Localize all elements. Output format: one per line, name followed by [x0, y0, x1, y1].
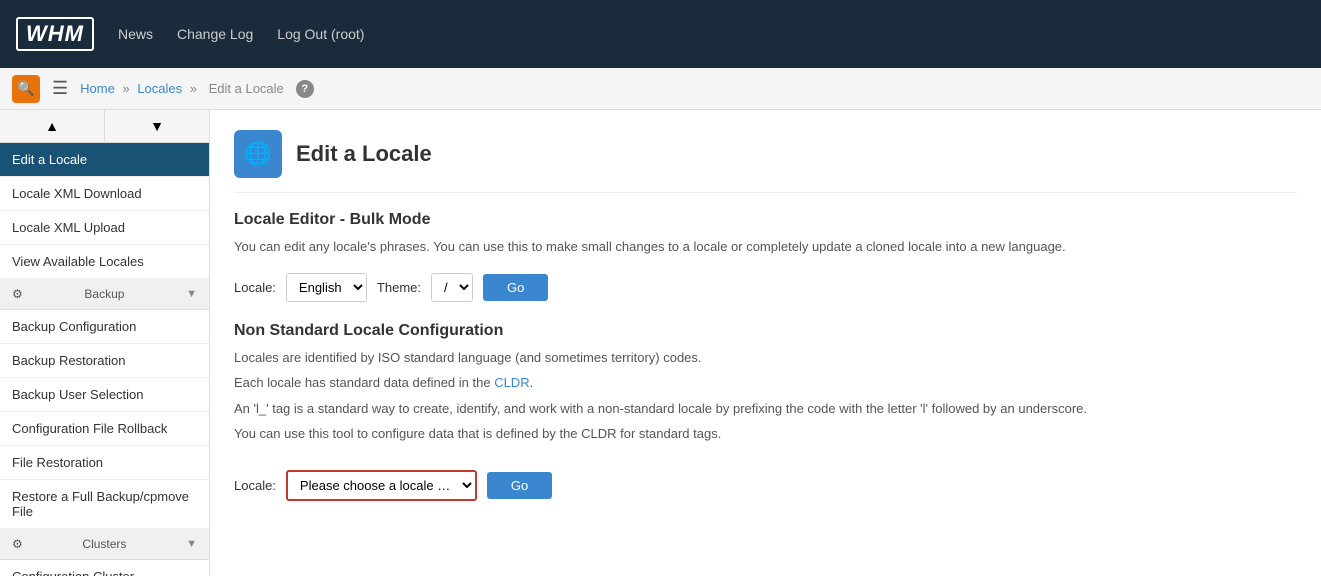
sidebar: ▲ ▼ Edit a Locale Locale XML Download Lo… — [0, 110, 210, 576]
sidebar-section-clusters[interactable]: ⚙ Clusters ▼ — [0, 529, 209, 560]
sidebar-item-edit-locale[interactable]: Edit a Locale — [0, 143, 209, 177]
page-header: 🌐 Edit a Locale — [234, 130, 1297, 193]
locale-form-row: Locale: English Theme: / Go — [234, 273, 1297, 302]
breadcrumb-current: Edit a Locale — [209, 81, 284, 96]
locale-form-row2: Locale: Please choose a locale … Go — [234, 470, 1297, 501]
sidebar-item-xml-upload[interactable]: Locale XML Upload — [0, 211, 209, 245]
search-icon: 🔍 — [17, 80, 34, 97]
sub-nav: 🔍 ☰ Home » Locales » Edit a Locale ? — [0, 68, 1321, 110]
layout: ▲ ▼ Edit a Locale Locale XML Download Lo… — [0, 110, 1321, 576]
nav-changelog[interactable]: Change Log — [177, 26, 253, 42]
clusters-toggle-arrow: ▼ — [186, 538, 197, 550]
non-standard-line4: You can use this tool to configure data … — [234, 424, 1297, 444]
locale-icon: 🌐 — [244, 141, 271, 167]
backup-section-label: Backup — [84, 287, 124, 301]
bulk-mode-section: Locale Editor - Bulk Mode You can edit a… — [234, 211, 1297, 302]
sidebar-item-xml-download[interactable]: Locale XML Download — [0, 177, 209, 211]
locale-label2: Locale: — [234, 478, 276, 493]
sidebar-nav-down[interactable]: ▼ — [105, 110, 209, 142]
hamburger-button[interactable]: ☰ — [48, 74, 72, 103]
nav-logout[interactable]: Log Out (root) — [277, 26, 364, 42]
page-icon: 🌐 — [234, 130, 282, 178]
hamburger-icon: ☰ — [52, 78, 68, 98]
non-standard-title: Non Standard Locale Configuration — [234, 322, 1297, 340]
sidebar-section-backup[interactable]: ⚙ Backup ▼ — [0, 279, 209, 310]
breadcrumb-home[interactable]: Home — [80, 81, 115, 96]
sidebar-item-backup-restoration[interactable]: Backup Restoration — [0, 344, 209, 378]
theme-label: Theme: — [377, 280, 421, 295]
sidebar-item-view-locales[interactable]: View Available Locales — [0, 245, 209, 279]
nav-news[interactable]: News — [118, 26, 153, 42]
logo: WHM — [16, 17, 94, 51]
sidebar-item-backup-config[interactable]: Backup Configuration — [0, 310, 209, 344]
sidebar-item-config-cluster[interactable]: Configuration Cluster — [0, 560, 209, 576]
sidebar-item-config-rollback[interactable]: Configuration File Rollback — [0, 412, 209, 446]
sidebar-item-backup-user[interactable]: Backup User Selection — [0, 378, 209, 412]
page-title: Edit a Locale — [296, 141, 432, 167]
backup-toggle-arrow: ▼ — [186, 288, 197, 300]
clusters-section-label: Clusters — [82, 537, 126, 551]
sidebar-item-restore-backup[interactable]: Restore a Full Backup/cpmove File — [0, 480, 209, 529]
breadcrumb-locales[interactable]: Locales — [137, 81, 182, 96]
locale-select2[interactable]: Please choose a locale … — [286, 470, 477, 501]
bulk-mode-title: Locale Editor - Bulk Mode — [234, 211, 1297, 229]
go-button2[interactable]: Go — [487, 472, 552, 499]
go-button[interactable]: Go — [483, 274, 548, 301]
locale-label: Locale: — [234, 280, 276, 295]
non-standard-section: Non Standard Locale Configuration Locale… — [234, 322, 1297, 444]
sidebar-item-file-restoration[interactable]: File Restoration — [0, 446, 209, 480]
bulk-mode-desc: You can edit any locale's phrases. You c… — [234, 237, 1297, 257]
help-icon[interactable]: ? — [296, 80, 314, 98]
non-standard-line2: Each locale has standard data defined in… — [234, 373, 1297, 393]
locale-select[interactable]: English — [286, 273, 367, 302]
cldr-link[interactable]: CLDR — [494, 375, 529, 390]
clusters-section-icon: ⚙ — [12, 537, 23, 551]
theme-select[interactable]: / — [431, 273, 473, 302]
non-standard-line1: Locales are identified by ISO standard l… — [234, 348, 1297, 368]
breadcrumb: Home » Locales » Edit a Locale — [80, 81, 288, 96]
sidebar-nav-arrows: ▲ ▼ — [0, 110, 209, 143]
main-content: 🌐 Edit a Locale Locale Editor - Bulk Mod… — [210, 110, 1321, 576]
backup-section-icon: ⚙ — [12, 287, 23, 301]
top-nav: WHM News Change Log Log Out (root) — [0, 0, 1321, 68]
search-button[interactable]: 🔍 — [12, 75, 40, 103]
non-standard-line3: An 'l_' tag is a standard way to create,… — [234, 399, 1297, 419]
sidebar-nav-up[interactable]: ▲ — [0, 110, 105, 142]
